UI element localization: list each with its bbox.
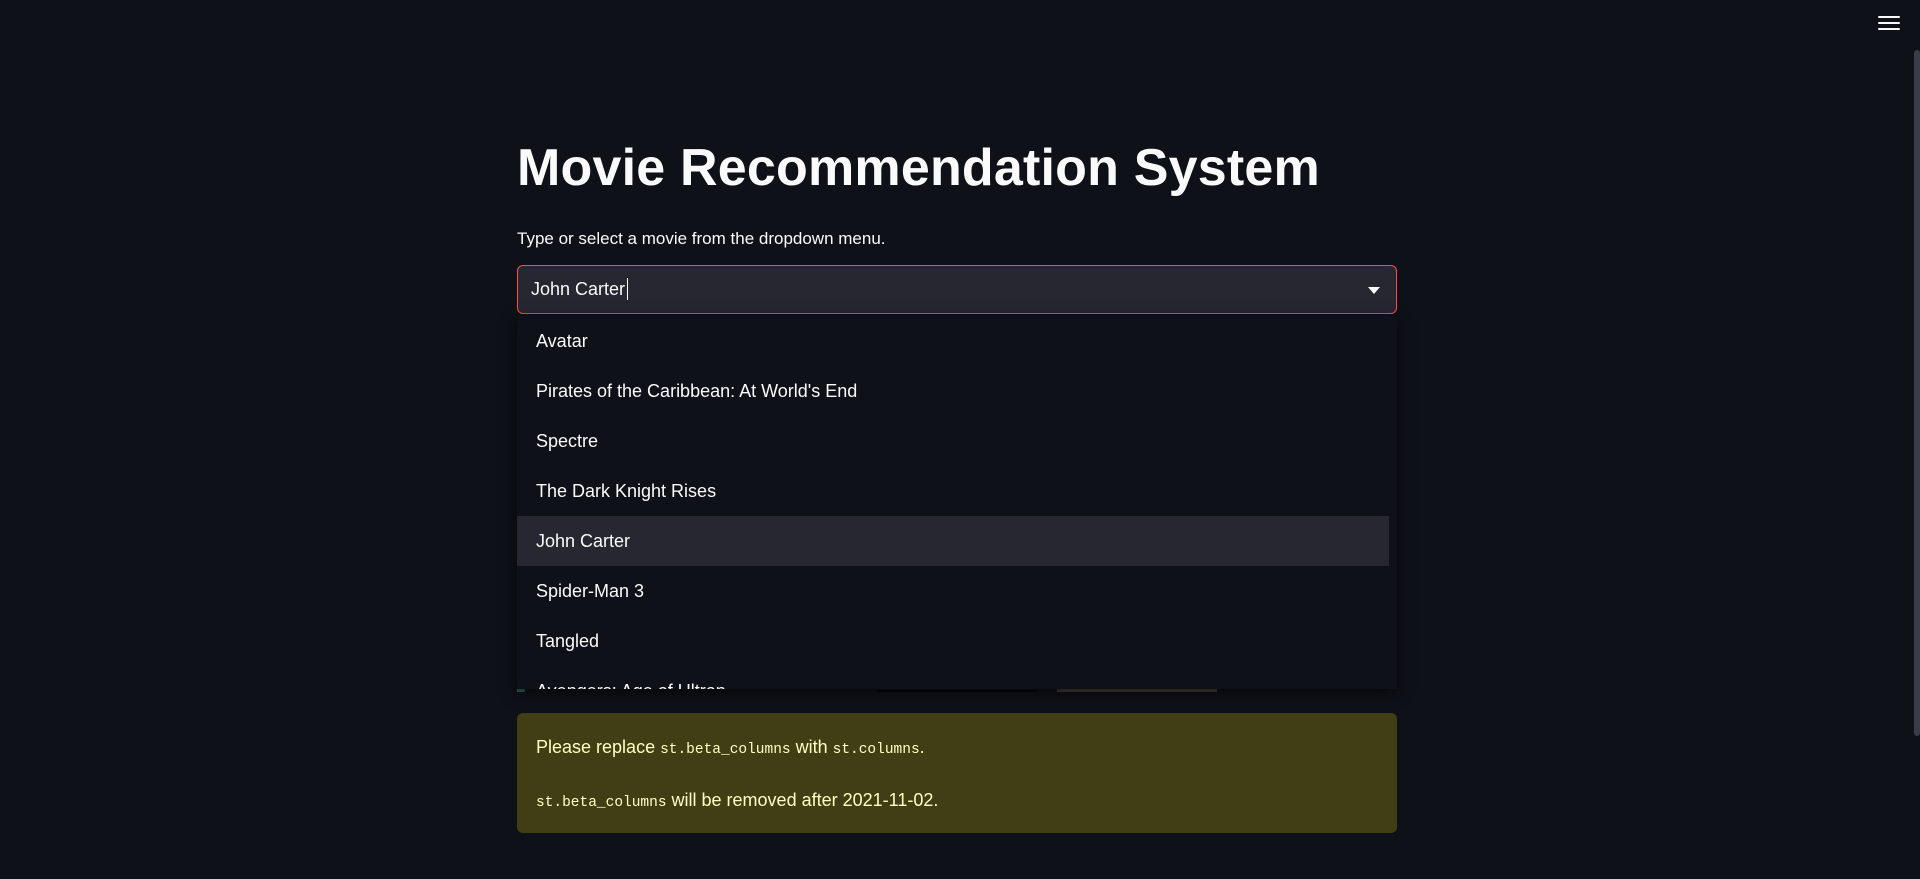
dropdown-option[interactable]: Avatar	[517, 316, 1389, 366]
warning-text: .	[919, 737, 925, 757]
page-title: Movie Recommendation System	[517, 139, 1320, 197]
select-label: Type or select a movie from the dropdown…	[517, 229, 886, 248]
page-scrollbar-track[interactable]	[1914, 0, 1920, 879]
dropdown-option-active[interactable]: John Carter	[517, 516, 1389, 566]
text-caret	[627, 277, 629, 300]
warning-text: will be removed after 2021-11-02.	[666, 790, 939, 810]
page-scrollbar-thumb[interactable]	[1914, 50, 1920, 736]
dropdown-option[interactable]: Pirates of the Caribbean: At World's End	[517, 366, 1389, 416]
dropdown-option[interactable]: Spectre	[517, 416, 1389, 466]
hamburger-line	[1878, 22, 1900, 24]
dropdown-option[interactable]: Avengers: Age of Ultron	[517, 666, 1389, 689]
warning-line-2: st.beta_columns will be removed after 20…	[536, 788, 1378, 815]
warning-code: st.beta_columns	[660, 742, 791, 758]
warning-text: with	[790, 737, 833, 757]
warning-code: st.columns	[832, 742, 920, 758]
dropdown-option[interactable]: The Dark Knight Rises	[517, 466, 1389, 516]
movie-select[interactable]: John Carter	[517, 265, 1397, 314]
chevron-down-icon[interactable]	[1368, 287, 1380, 294]
hamburger-menu-icon	[1878, 16, 1900, 18]
movie-select-value: John Carter	[531, 279, 626, 299]
hamburger-line	[1878, 28, 1900, 30]
movie-select-input[interactable]: John Carter	[531, 277, 629, 300]
warning-line-1: Please replace st.beta_columns with st.c…	[536, 735, 1378, 762]
deprecation-warning: Please replace st.beta_columns with st.c…	[517, 713, 1397, 833]
menu-button[interactable]	[1878, 16, 1900, 32]
movie-dropdown-list[interactable]: Avatar Pirates of the Caribbean: At Worl…	[517, 316, 1397, 689]
dropdown-option[interactable]: Spider-Man 3	[517, 566, 1389, 616]
warning-text: Please replace	[536, 737, 661, 757]
dropdown-option[interactable]: Tangled	[517, 616, 1389, 666]
warning-code: st.beta_columns	[536, 795, 667, 811]
